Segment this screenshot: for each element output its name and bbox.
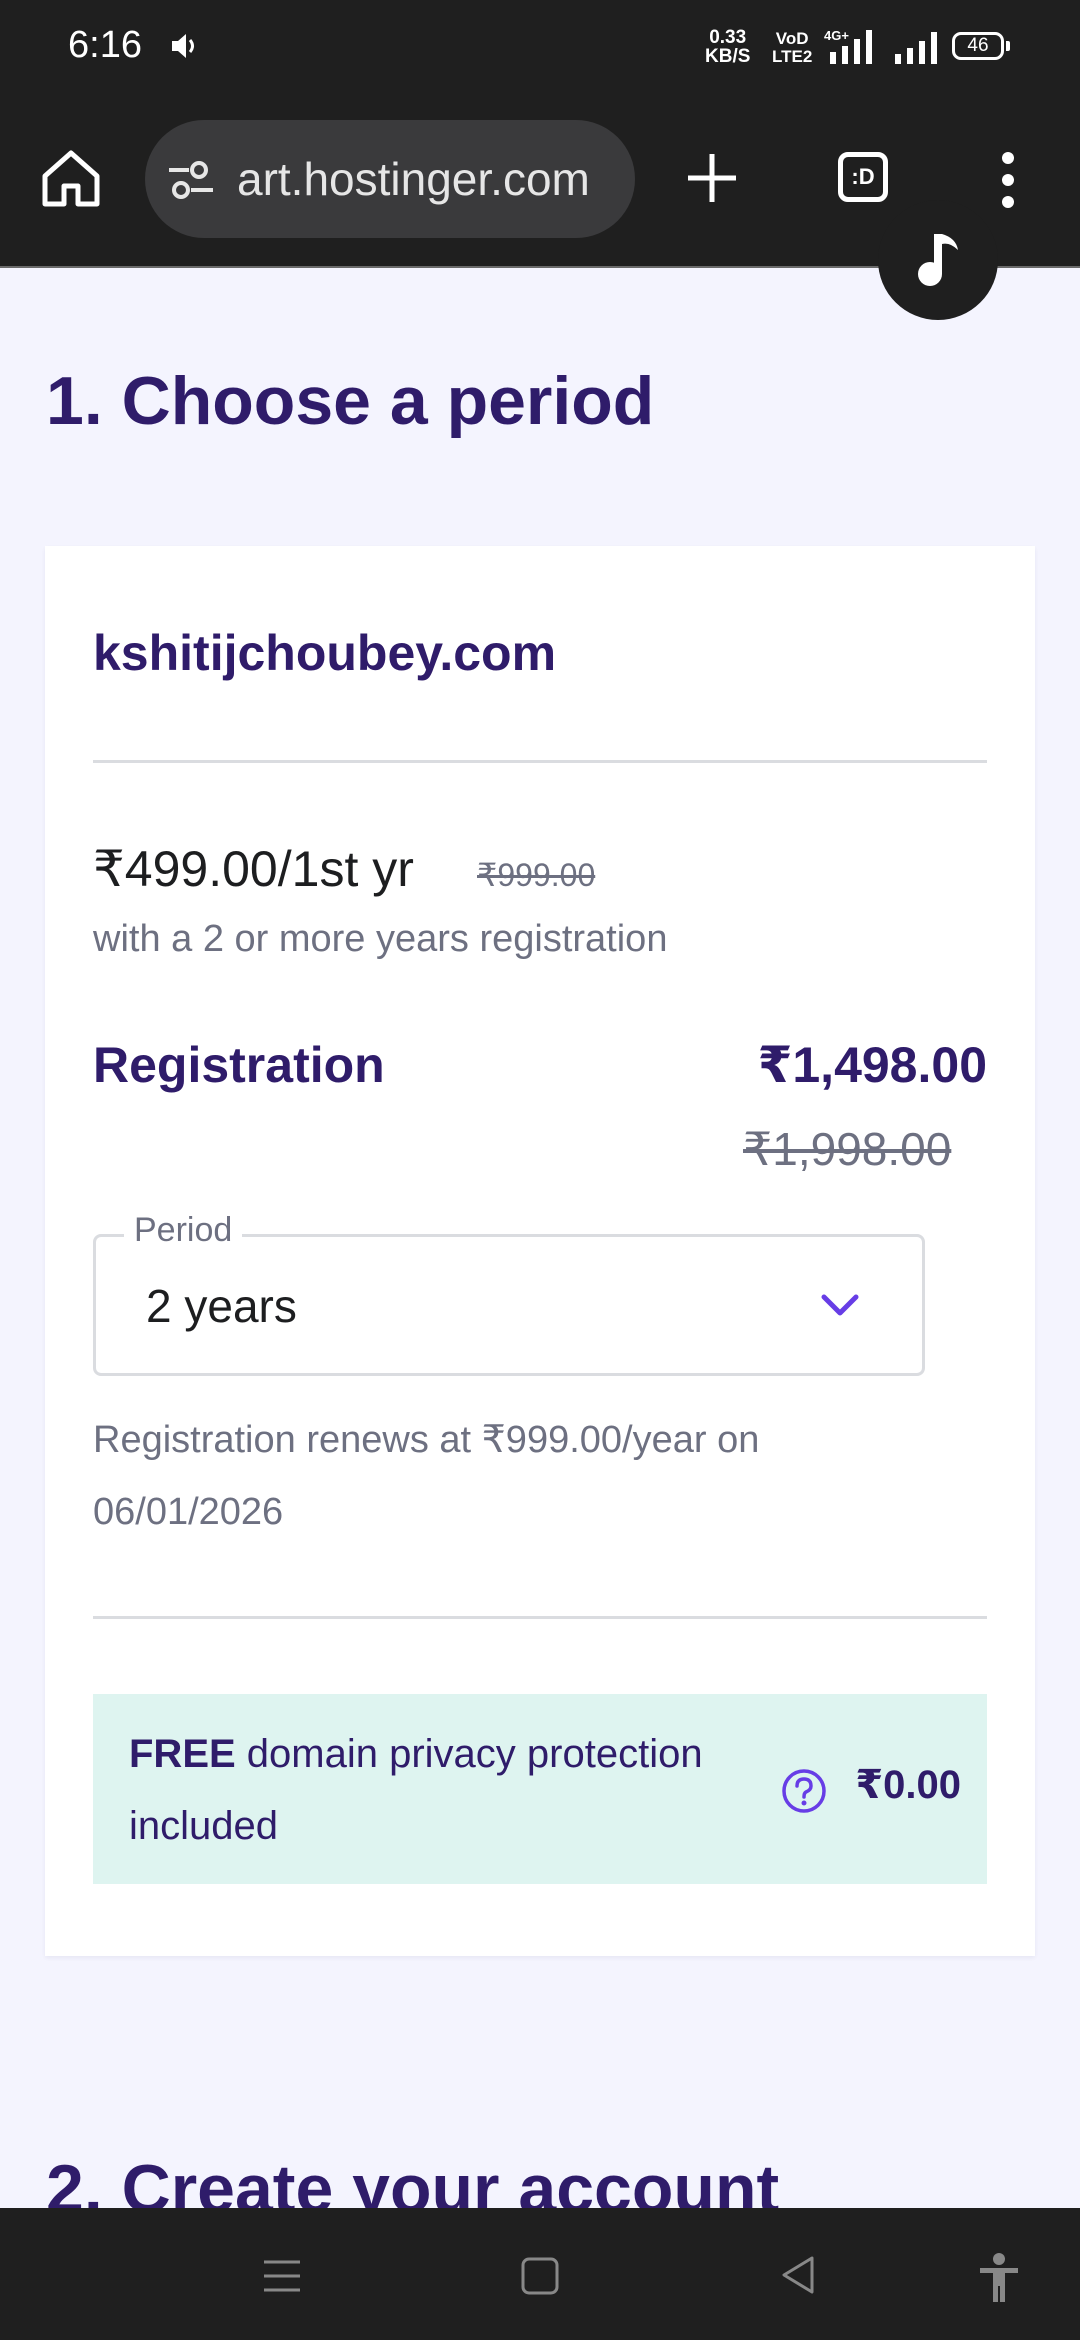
- privacy-text: FREE domain privacy protection included: [129, 1718, 749, 1862]
- menu-dot: [1002, 174, 1014, 186]
- privacy-protection-box: FREE domain privacy protection included …: [93, 1694, 987, 1884]
- browser-menu-button[interactable]: [998, 152, 1018, 218]
- new-tab-button[interactable]: [686, 152, 738, 209]
- network-type-label: 4G+: [824, 28, 849, 43]
- period-dropdown[interactable]: Period 2 years: [93, 1211, 925, 1376]
- system-back-button[interactable]: [778, 2254, 818, 2301]
- music-note-icon: [918, 234, 958, 286]
- status-bar: 6:16 0.33 KB/S VoD LTE2 4G+ 46: [0, 0, 1080, 96]
- back-triangle-icon: [782, 2256, 814, 2294]
- domain-card: kshitijchoubey.com ₹499.00/1st yr ₹999.0…: [45, 546, 1035, 1956]
- section-title-choose-period: 1. Choose a period: [46, 363, 655, 439]
- renewal-note: Registration renews at ₹999.00/year on 0…: [93, 1419, 760, 1533]
- address-bar[interactable]: art.hostinger.com: [145, 120, 635, 238]
- volume-icon: [168, 30, 200, 67]
- menu-icon: [264, 2260, 300, 2292]
- menu-dot: [1002, 152, 1014, 164]
- period-label: Period: [124, 1211, 243, 1250]
- status-time: 6:16: [68, 24, 142, 66]
- signal-4g-icon: 4G+: [822, 26, 882, 71]
- registration-original-price: ₹1,998.00: [743, 1123, 952, 1175]
- period-value: 2 years: [146, 1280, 297, 1332]
- menu-dot: [1002, 196, 1014, 208]
- recent-apps-button[interactable]: [262, 2258, 302, 2299]
- price-note: with a 2 or more years registration: [93, 918, 668, 960]
- tab-switcher-button[interactable]: :D: [838, 152, 888, 202]
- url-text: art.hostinger.com: [237, 153, 590, 205]
- accessibility-icon: [980, 2253, 1018, 2302]
- home-icon: [42, 150, 100, 207]
- home-button[interactable]: [40, 148, 102, 213]
- accessibility-button[interactable]: [976, 2252, 1022, 2309]
- divider: [93, 1616, 987, 1619]
- first-year-price: ₹499.00/1st yr: [93, 841, 414, 897]
- system-home-button[interactable]: [520, 2256, 560, 2301]
- divider: [93, 760, 987, 763]
- floating-music-button[interactable]: [878, 200, 998, 320]
- registration-label: Registration: [93, 1037, 385, 1093]
- domain-name: kshitijchoubey.com: [93, 625, 557, 681]
- signal-icon: [895, 32, 939, 69]
- original-price: ₹999.00: [477, 857, 596, 893]
- registration-price: ₹1,498.00: [757, 1037, 987, 1093]
- help-icon[interactable]: [781, 1768, 827, 1814]
- privacy-free-label: FREE: [129, 1732, 236, 1776]
- volte-indicator: VoD LTE2: [772, 29, 813, 66]
- battery-icon: 46: [952, 32, 1004, 60]
- plus-icon: [688, 154, 736, 202]
- site-settings-icon[interactable]: [167, 158, 217, 207]
- privacy-price: ₹0.00: [855, 1763, 961, 1807]
- network-speed: 0.33 KB/S: [705, 27, 751, 67]
- system-nav-bar: [0, 2208, 1080, 2340]
- square-icon: [521, 2257, 559, 2295]
- chevron-down-icon: [821, 1294, 859, 1316]
- battery-tip: [1006, 41, 1010, 51]
